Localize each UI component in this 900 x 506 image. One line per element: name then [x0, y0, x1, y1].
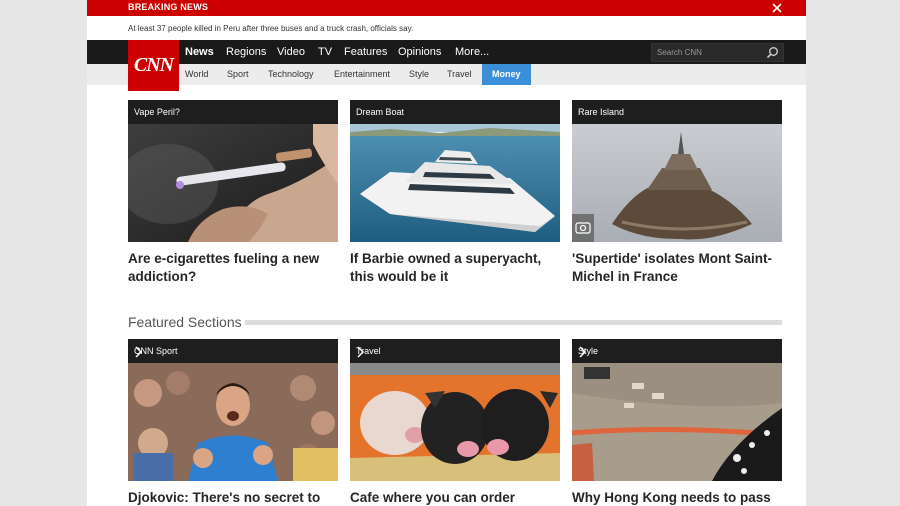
subnav-item-entertainment[interactable]: Entertainment [334, 69, 390, 79]
card-label: Vape Peril? [134, 107, 180, 117]
card-label-bar[interactable]: CNN Sport [128, 339, 338, 363]
story-title[interactable]: 'Supertide' isolates Mont Saint-Michel i… [572, 250, 787, 286]
card-label-bar: Rare Island [572, 100, 782, 124]
nav-item-features[interactable]: Features [344, 46, 387, 58]
story-image-mont-saint-michel[interactable] [572, 124, 782, 242]
card-label: Dream Boat [356, 107, 405, 117]
story-card-vape[interactable]: Vape Peril? Are e-cigarettes fueling a n… [128, 100, 338, 300]
close-icon[interactable] [770, 0, 784, 16]
nav-item-news[interactable]: News [185, 46, 214, 58]
subnav-item-travel[interactable]: Travel [447, 69, 472, 79]
chevron-right-icon[interactable] [134, 346, 143, 358]
story-image-hong-kong[interactable] [572, 363, 782, 481]
subnav-item-world[interactable]: World [185, 69, 208, 79]
featured-card-sport[interactable]: CNN Sport Djokovic: There's no secret to [128, 339, 338, 506]
story-image-pigs[interactable] [350, 363, 560, 481]
story-title[interactable]: Are e-cigarettes fueling a new addiction… [128, 250, 343, 286]
card-label-bar: Vape Peril? [128, 100, 338, 124]
nav-item-tv[interactable]: TV [318, 46, 332, 58]
featured-sections-heading: Featured Sections [128, 314, 242, 330]
story-title[interactable]: Why Hong Kong needs to pass [572, 489, 787, 506]
card-label: Rare Island [578, 107, 625, 117]
search-box[interactable] [651, 43, 784, 62]
story-card-rare-island[interactable]: Rare Island 'Supertide' isolates Mont Sa… [572, 100, 782, 300]
cnn-logo[interactable]: CNN [128, 40, 179, 91]
section-divider [245, 320, 782, 325]
breaking-headline[interactable]: At least 37 people killed in Peru after … [128, 24, 413, 33]
featured-card-style[interactable]: Style Why Hong Kong needs to pass [572, 339, 782, 506]
story-image-ecigarette[interactable] [128, 124, 338, 242]
featured-card-travel[interactable]: Travel Cafe where you can order [350, 339, 560, 506]
nav-item-regions[interactable]: Regions [226, 46, 266, 58]
nav-item-more[interactable]: More... [455, 46, 489, 58]
subnav-item-sport[interactable]: Sport [227, 69, 249, 79]
story-card-dream-boat[interactable]: Dream Boat If Barbie owned a superyacht,… [350, 100, 560, 300]
subnav-item-technology[interactable]: Technology [268, 69, 314, 79]
search-input[interactable] [652, 44, 765, 61]
logo-text: CNN [133, 54, 174, 76]
story-title[interactable]: If Barbie owned a superyacht, this would… [350, 250, 565, 286]
story-title[interactable]: Djokovic: There's no secret to [128, 489, 343, 506]
card-label-bar[interactable]: Travel [350, 339, 560, 363]
nav-item-opinions[interactable]: Opinions [398, 46, 441, 58]
story-image-djokovic[interactable] [128, 363, 338, 481]
subnav-item-style[interactable]: Style [409, 69, 429, 79]
card-label-bar[interactable]: Style [572, 339, 782, 363]
breaking-news-banner[interactable]: BREAKING NEWS [87, 0, 806, 16]
story-title[interactable]: Cafe where you can order [350, 489, 565, 506]
subnav-item-money[interactable]: Money [482, 64, 531, 85]
story-image-superyacht[interactable] [350, 124, 560, 242]
cnn-homepage: BREAKING NEWS At least 37 people killed … [87, 0, 806, 506]
chevron-right-icon[interactable] [578, 346, 587, 358]
search-icon[interactable] [766, 46, 779, 59]
card-label-bar: Dream Boat [350, 100, 560, 124]
chevron-right-icon[interactable] [356, 346, 365, 358]
breaking-news-label: BREAKING NEWS [128, 2, 209, 12]
breaking-headline-bar[interactable]: At least 37 people killed in Peru after … [87, 16, 806, 40]
nav-item-video[interactable]: Video [277, 46, 305, 58]
